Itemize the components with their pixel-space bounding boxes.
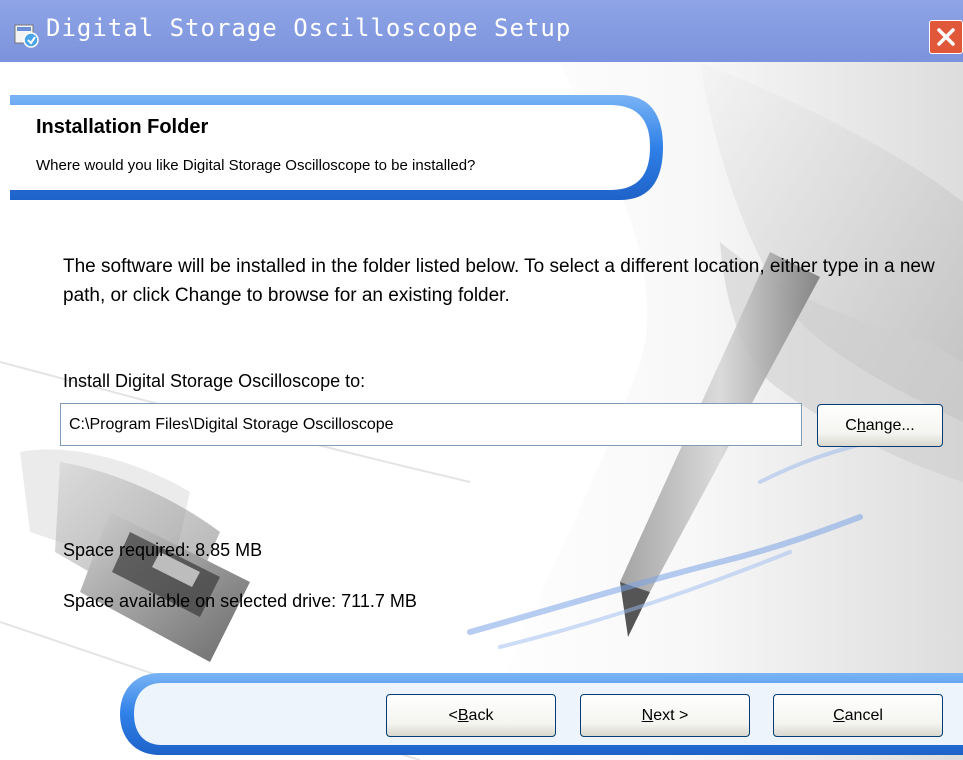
setup-app-icon <box>14 24 39 48</box>
back-button[interactable]: < Back <box>386 694 556 737</box>
space-available-text: Space available on selected drive: 711.7… <box>63 591 417 611</box>
space-required-text: Space required: 8.85 MB <box>63 540 263 560</box>
next-button-hotkey: N <box>641 706 654 724</box>
back-button-prefix: < <box>448 706 458 724</box>
close-icon <box>937 28 955 46</box>
change-button[interactable]: Ch ange... <box>817 404 943 447</box>
back-button-hotkey: B <box>457 706 469 724</box>
window-title: Digital Storage Oscilloscope Setup <box>46 14 572 42</box>
close-button[interactable] <box>929 20 963 54</box>
page-subtitle: Where would you like Digital Storage Osc… <box>36 157 476 174</box>
setup-window: Digital Storage Oscilloscope Setup Insta… <box>0 0 963 760</box>
description-text: The software will be installed in the fo… <box>63 256 935 306</box>
page-title: Installation Folder <box>36 116 209 138</box>
install-location-label: Install Digital Storage Oscilloscope to: <box>63 371 366 391</box>
change-button-rest: ange... <box>865 416 915 434</box>
change-button-hotkey: h <box>856 416 866 434</box>
change-button-prefix: C <box>845 416 857 434</box>
title-bar[interactable]: Digital Storage Oscilloscope Setup <box>0 0 963 62</box>
install-path-input[interactable] <box>60 403 802 446</box>
cancel-button-rest: ancel <box>844 706 883 724</box>
cancel-button[interactable]: Cancel <box>773 694 943 737</box>
next-button-rest: ext > <box>653 706 689 724</box>
next-button[interactable]: Next > <box>580 694 750 737</box>
header-banner <box>10 95 663 200</box>
cancel-button-hotkey: C <box>833 706 845 724</box>
back-button-rest: ack <box>468 706 494 724</box>
